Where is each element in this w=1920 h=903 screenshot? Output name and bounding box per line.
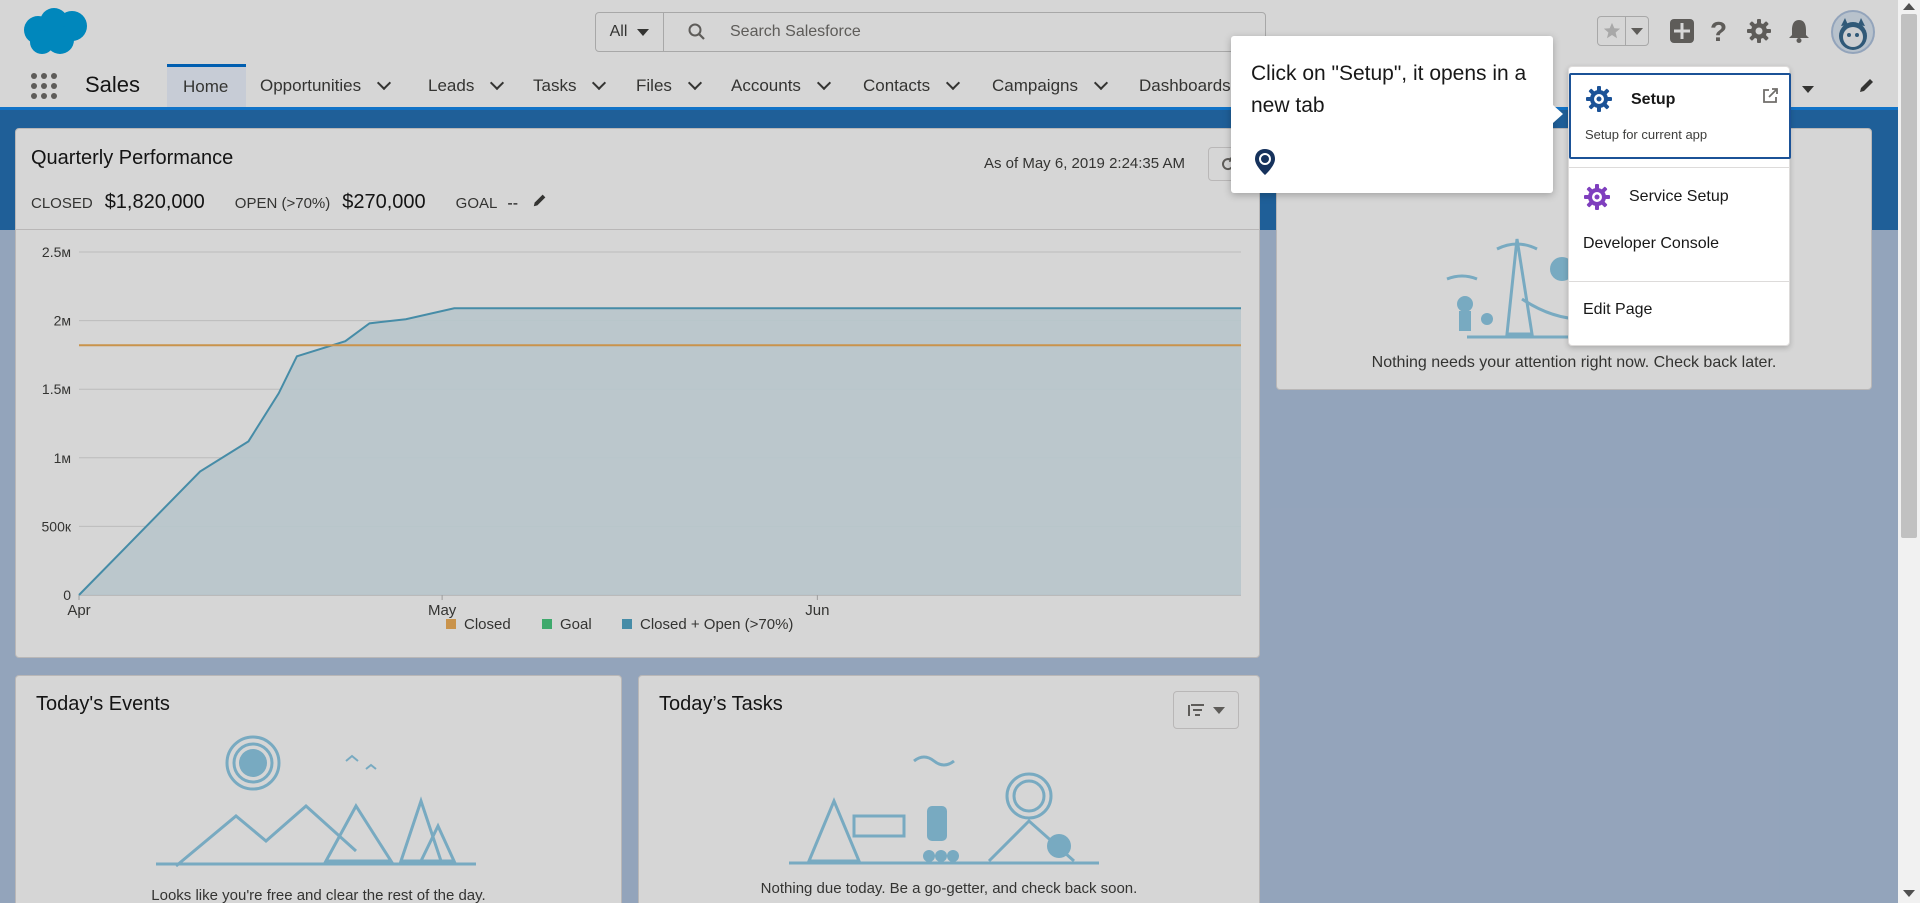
menu-divider bbox=[1569, 281, 1789, 282]
external-link-icon bbox=[1763, 88, 1778, 103]
menu-item-service-setup[interactable]: Service Setup bbox=[1569, 175, 1789, 219]
menu-item-label: Edit Page bbox=[1583, 301, 1653, 318]
scrollbar-thumb[interactable] bbox=[1901, 14, 1917, 538]
tooltip-arrow bbox=[1553, 105, 1563, 123]
scroll-up-arrow-icon[interactable] bbox=[1903, 3, 1915, 10]
menu-item-label: Service Setup bbox=[1629, 188, 1729, 205]
menu-item-developer-console[interactable]: Developer Console bbox=[1569, 223, 1789, 263]
menu-item-subtitle: Setup for current app bbox=[1585, 127, 1708, 142]
menu-item-edit-page[interactable]: Edit Page bbox=[1569, 289, 1789, 329]
menu-item-setup[interactable]: Setup Setup for current app bbox=[1569, 73, 1791, 159]
setup-gear-icon bbox=[1586, 86, 1612, 112]
walkthrough-tooltip: Click on "Setup", it opens in a new tab bbox=[1231, 36, 1553, 193]
scroll-down-arrow-icon[interactable] bbox=[1903, 890, 1915, 897]
location-pin-icon bbox=[1255, 149, 1275, 175]
setup-dropdown-menu: Setup Setup for current app Service Setu… bbox=[1568, 66, 1791, 346]
menu-item-label: Developer Console bbox=[1583, 235, 1720, 252]
service-setup-gear-icon bbox=[1584, 184, 1610, 210]
menu-item-label: Setup bbox=[1631, 91, 1676, 108]
menu-divider bbox=[1569, 167, 1789, 168]
tooltip-text: Click on "Setup", it opens in a new tab bbox=[1251, 62, 1527, 117]
